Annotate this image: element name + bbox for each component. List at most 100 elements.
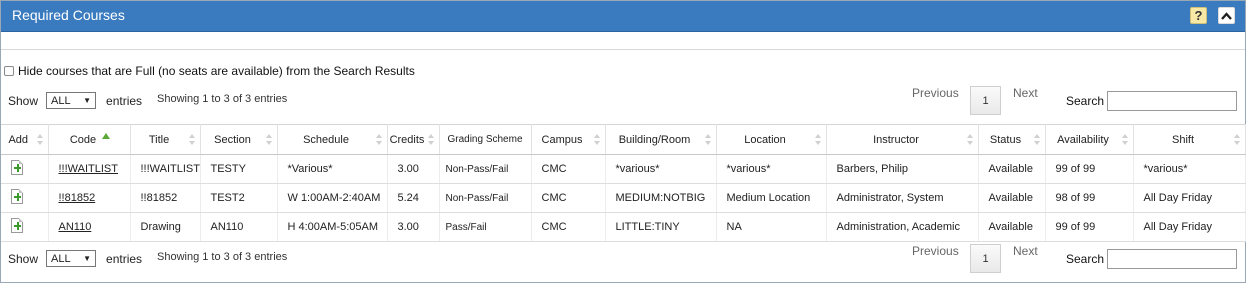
course-location: *various* (716, 154, 827, 184)
page-button-1[interactable]: 1 (970, 244, 1001, 273)
sort-icon (593, 134, 600, 146)
show-label: Show (8, 251, 39, 266)
course-status: Available (978, 154, 1046, 184)
add-course-icon[interactable] (11, 189, 23, 204)
column-header-availability[interactable]: Availability (1045, 124, 1134, 155)
course-campus: CMC (531, 212, 606, 242)
course-title: !!81852 (130, 183, 201, 213)
course-code-link[interactable]: !!81852 (59, 192, 96, 204)
table-info-bottom: Showing 1 to 3 of 3 entries (157, 251, 288, 263)
chevron-up-icon (1221, 11, 1232, 20)
next-button[interactable]: Next (1013, 244, 1038, 258)
sort-icon (966, 134, 973, 146)
sort-icon (36, 134, 43, 146)
table-header-row: Add Code Title Section Schedule Credits … (1, 124, 1246, 155)
table-row: AN110 Drawing AN110 H 4:00AM-5:05AM 3.00… (1, 212, 1246, 242)
panel-titlebar: Required Courses ? (1, 1, 1245, 32)
column-header-location[interactable]: Location (716, 124, 827, 155)
course-grading-scheme: Non-Pass/Fail (439, 154, 532, 184)
course-code-link[interactable]: !!!WAITLIST (59, 163, 119, 175)
panel-title: Required Courses (12, 7, 125, 23)
column-header-section[interactable]: Section (200, 124, 278, 155)
entries-label: entries (106, 251, 143, 266)
entries-select-value: ALL (51, 94, 71, 107)
column-header-shift[interactable]: Shift (1133, 124, 1246, 155)
search-label: Search (1066, 252, 1105, 266)
course-campus: CMC (531, 154, 606, 184)
course-campus: CMC (531, 183, 606, 213)
entries-length-bottom: Show ALL ▼ entries (8, 250, 142, 267)
entries-select[interactable]: ALL ▼ (46, 250, 97, 267)
course-schedule: W 1:00AM-2:40AM (277, 183, 388, 213)
course-availability: 99 of 99 (1045, 154, 1134, 184)
add-course-icon[interactable] (11, 160, 23, 175)
course-availability: 99 of 99 (1045, 212, 1134, 242)
course-building-room: MEDIUM:NOTBIG (605, 183, 717, 213)
course-title: Drawing (130, 212, 201, 242)
course-location: NA (716, 212, 827, 242)
sort-icon (814, 134, 821, 146)
hide-full-label: Hide courses that are Full (no seats are… (18, 64, 415, 78)
column-header-building-room[interactable]: Building/Room (605, 124, 717, 155)
column-header-grading-scheme[interactable]: Grading Scheme (439, 124, 532, 155)
sort-icon (427, 134, 434, 146)
next-button[interactable]: Next (1013, 86, 1038, 100)
search-input[interactable] (1107, 249, 1237, 269)
course-credits: 5.24 (387, 183, 440, 213)
course-credits: 3.00 (387, 212, 440, 242)
search-label: Search (1066, 94, 1105, 108)
column-header-add[interactable]: Add (1, 124, 49, 155)
column-header-credits[interactable]: Credits (387, 124, 440, 155)
entries-select[interactable]: ALL ▼ (46, 92, 97, 109)
course-section: AN110 (200, 212, 278, 242)
column-header-status[interactable]: Status (978, 124, 1046, 155)
hide-full-courses-option[interactable]: Hide courses that are Full (no seats are… (4, 64, 415, 78)
course-location: Medium Location (716, 183, 827, 213)
course-title: !!!WAITLIST (130, 154, 201, 184)
divider (1, 49, 1245, 50)
course-instructor: Administration, Academic (826, 212, 979, 242)
column-header-instructor[interactable]: Instructor (826, 124, 979, 155)
course-credits: 3.00 (387, 154, 440, 184)
add-course-icon[interactable] (11, 218, 23, 233)
page-button-1[interactable]: 1 (970, 86, 1001, 115)
table-row: !!!WAITLIST !!!WAITLIST TESTY *Various* … (1, 154, 1246, 184)
sort-icon (1033, 134, 1040, 146)
dropdown-arrow-icon: ▼ (83, 254, 92, 263)
course-building-room: *various* (605, 154, 717, 184)
previous-button[interactable]: Previous (912, 86, 959, 100)
collapse-button[interactable] (1218, 7, 1235, 24)
dropdown-arrow-icon: ▼ (83, 96, 92, 105)
hide-full-checkbox[interactable] (4, 66, 14, 76)
sort-icon (188, 134, 195, 146)
course-grading-scheme: Pass/Fail (439, 212, 532, 242)
column-header-title[interactable]: Title (130, 124, 201, 155)
column-header-schedule[interactable]: Schedule (277, 124, 388, 155)
column-header-code[interactable]: Code (48, 124, 131, 155)
course-instructor: Administrator, System (826, 183, 979, 213)
entries-length-top: Show ALL ▼ entries (8, 92, 142, 109)
course-code-link[interactable]: AN110 (59, 221, 92, 233)
sort-icon (375, 134, 382, 146)
help-button[interactable]: ? (1190, 7, 1207, 24)
required-courses-panel: Required Courses ? Hide courses that are… (0, 0, 1246, 283)
entries-label: entries (106, 93, 143, 108)
search-input[interactable] (1107, 91, 1237, 111)
courses-table: Add Code Title Section Schedule Credits … (1, 124, 1246, 242)
course-shift: *various* (1133, 154, 1246, 184)
sort-icon (265, 134, 272, 146)
sort-ascending-icon (101, 133, 110, 139)
course-section: TESTY (200, 154, 278, 184)
course-shift: All Day Friday (1133, 212, 1246, 242)
course-availability: 98 of 99 (1045, 183, 1134, 213)
show-label: Show (8, 93, 39, 108)
course-status: Available (978, 212, 1046, 242)
column-header-campus[interactable]: Campus (531, 124, 606, 155)
table-row: !!81852 !!81852 TEST2 W 1:00AM-2:40AM 5.… (1, 183, 1246, 213)
previous-button[interactable]: Previous (912, 244, 959, 258)
course-status: Available (978, 183, 1046, 213)
entries-select-value: ALL (51, 252, 71, 265)
table-info-top: Showing 1 to 3 of 3 entries (157, 93, 288, 105)
course-schedule: *Various* (277, 154, 388, 184)
course-shift: All Day Friday (1133, 183, 1246, 213)
